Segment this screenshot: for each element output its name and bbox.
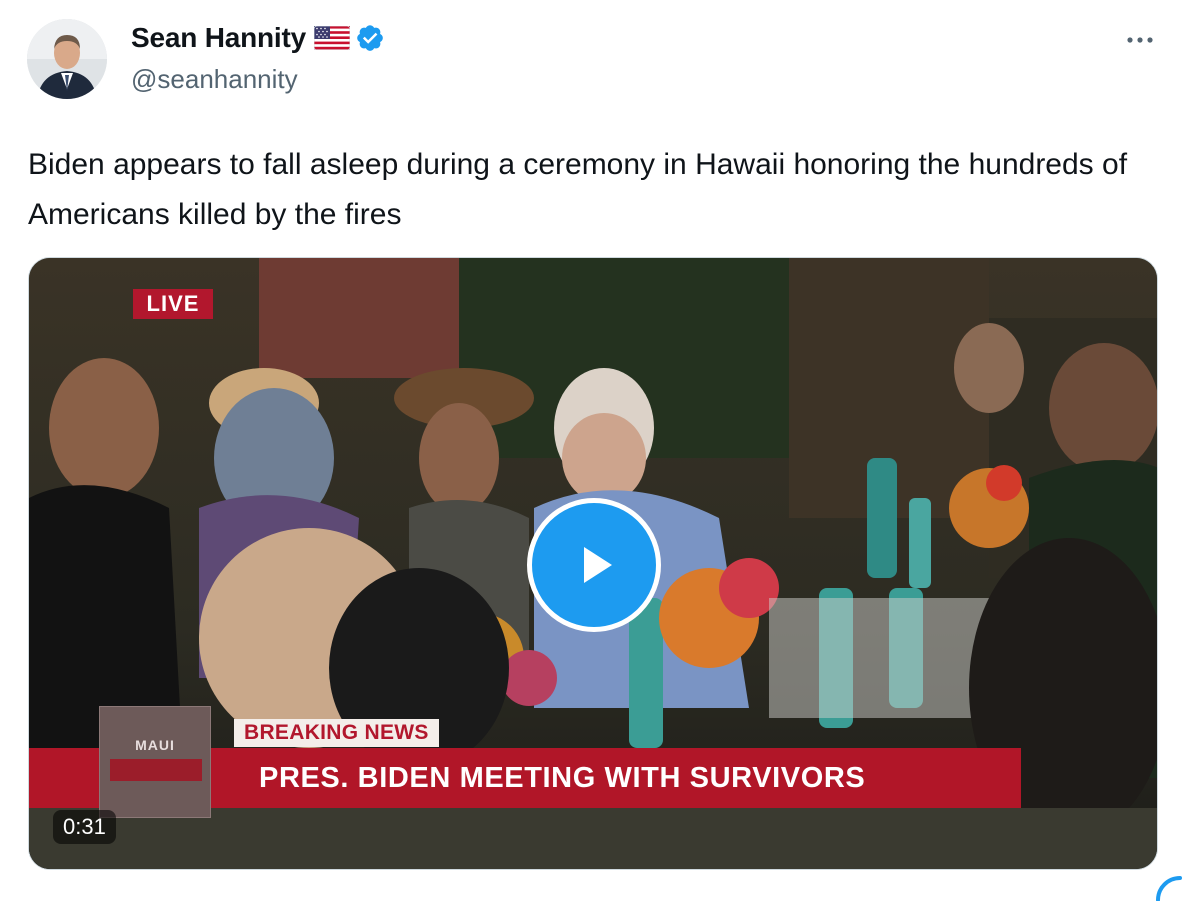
author-handle[interactable]: @seanhannity [131, 64, 298, 95]
news-headline: PRES. BIDEN MEETING WITH SURVIVORS [259, 761, 866, 794]
verified-badge-icon[interactable] [355, 23, 385, 53]
display-name[interactable]: Sean Hannity [131, 22, 306, 54]
play-icon [584, 547, 612, 583]
play-button[interactable] [527, 498, 661, 632]
author-name-row: Sean Hannity [131, 22, 385, 54]
live-badge: LIVE [133, 289, 213, 319]
avatar[interactable] [27, 19, 107, 99]
video-duration: 0:31 [53, 810, 116, 844]
station-logo: MAUI [99, 706, 211, 818]
more-options-icon[interactable] [1122, 28, 1158, 52]
tweet: Sean Hannity @seanhannity Biden appears … [0, 0, 1189, 901]
loading-spinner-icon [1150, 870, 1189, 901]
tweet-text: Biden appears to fall asleep during a ce… [28, 148, 1128, 231]
station-label: MAUI [135, 737, 175, 753]
breaking-news-tag: BREAKING NEWS [234, 719, 439, 747]
video-player[interactable]: LIVE PRES. BIDEN MEETING WITH SURVIVORS … [28, 257, 1158, 870]
us-flag-icon [313, 25, 351, 51]
station-logo-bar [110, 759, 202, 781]
